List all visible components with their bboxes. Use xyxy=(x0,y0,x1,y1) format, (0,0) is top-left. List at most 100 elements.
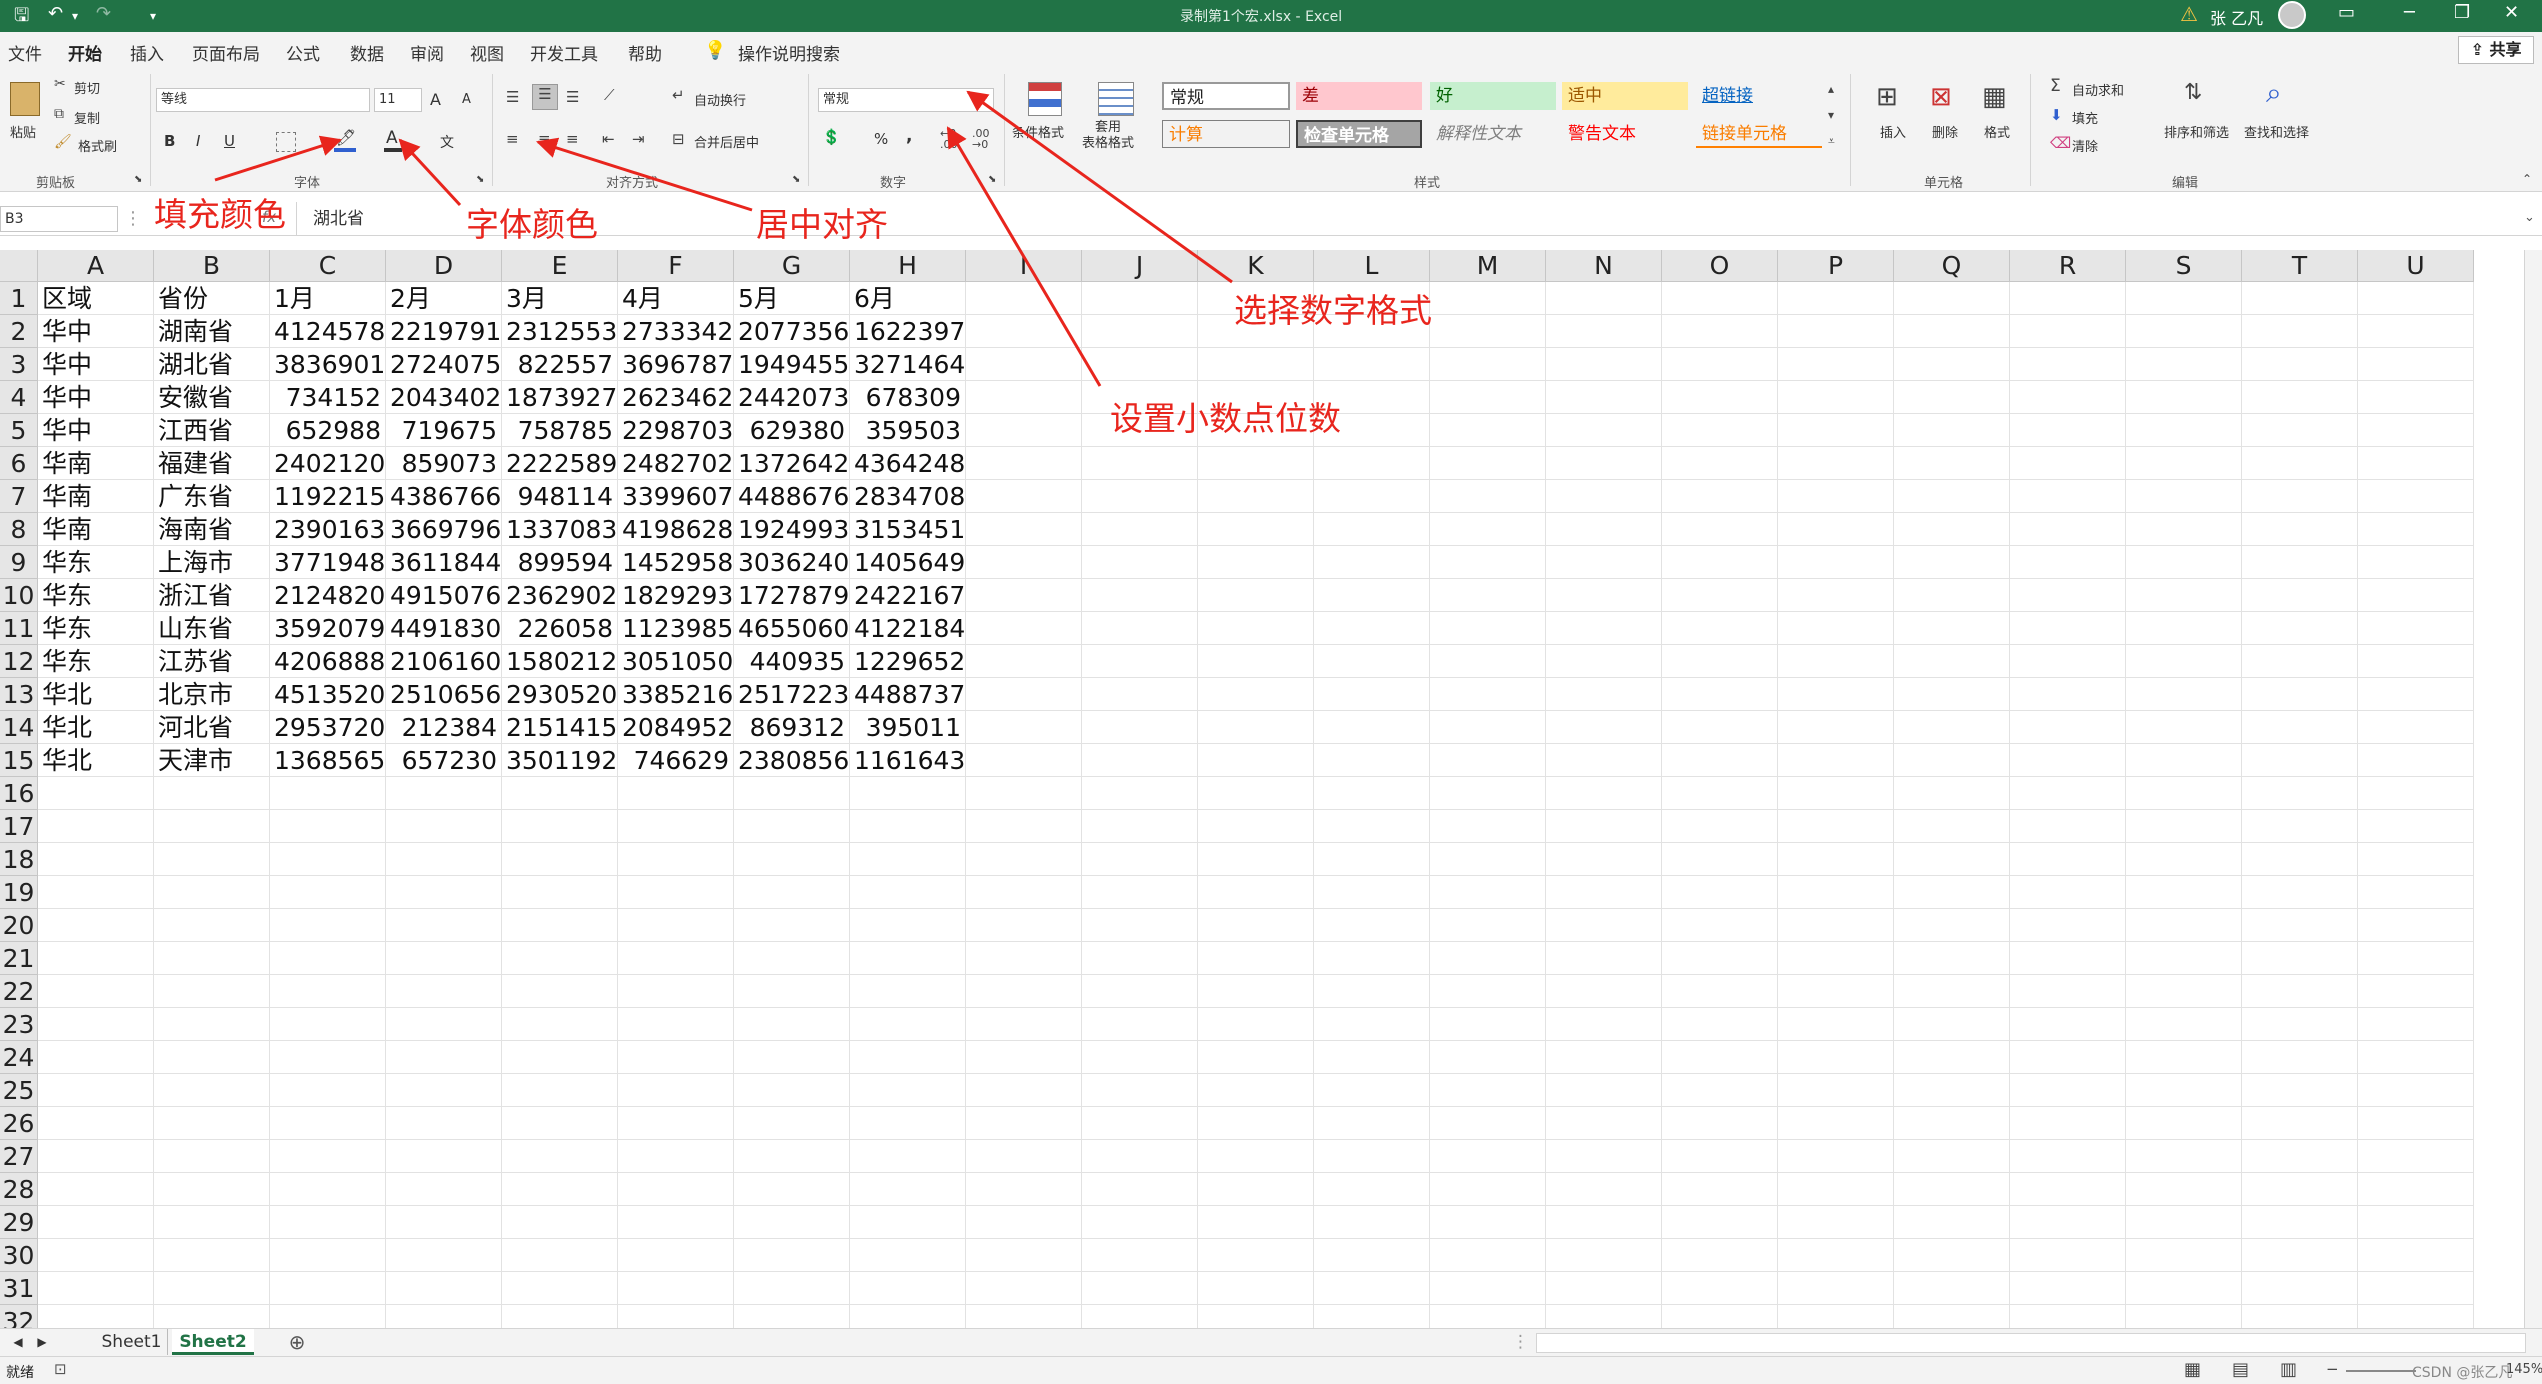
cell[interactable]: 869312 xyxy=(734,711,850,744)
cell[interactable] xyxy=(1082,678,1198,711)
cell[interactable]: 4124578 xyxy=(270,315,386,348)
cell[interactable] xyxy=(154,1239,270,1272)
cell[interactable] xyxy=(2242,1008,2358,1041)
cell[interactable] xyxy=(1082,447,1198,480)
cell[interactable] xyxy=(734,975,850,1008)
cell[interactable]: 359503 xyxy=(850,414,966,447)
cell[interactable]: 746629 xyxy=(618,744,734,777)
cell[interactable] xyxy=(1662,1305,1778,1328)
cell[interactable] xyxy=(1894,546,2010,579)
sort-filter-button[interactable]: 排序和筛选 xyxy=(2164,122,2229,141)
row-header[interactable]: 6 xyxy=(0,447,38,480)
cell[interactable] xyxy=(850,975,966,1008)
cell[interactable] xyxy=(1894,909,2010,942)
cell[interactable] xyxy=(1430,744,1546,777)
cell[interactable]: 3月 xyxy=(502,282,618,315)
cell[interactable] xyxy=(1198,480,1314,513)
autosum-button[interactable]: 自动求和 xyxy=(2072,80,2124,99)
cell[interactable] xyxy=(154,975,270,1008)
cell[interactable] xyxy=(154,1173,270,1206)
cell[interactable] xyxy=(270,1074,386,1107)
zoom-slider[interactable] xyxy=(2346,1370,2416,1372)
cell[interactable] xyxy=(270,1272,386,1305)
align-center-icon[interactable]: ≡ xyxy=(538,130,551,148)
column-header[interactable]: A xyxy=(38,250,154,282)
cell[interactable] xyxy=(1662,1140,1778,1173)
row-header[interactable]: 14 xyxy=(0,711,38,744)
cell[interactable] xyxy=(1662,1074,1778,1107)
cell[interactable] xyxy=(1778,1272,1894,1305)
cell[interactable]: 华东 xyxy=(38,612,154,645)
cell[interactable] xyxy=(1894,645,2010,678)
cell[interactable] xyxy=(2010,414,2126,447)
cell[interactable] xyxy=(1314,645,1430,678)
column-header[interactable]: M xyxy=(1430,250,1546,282)
cell[interactable]: 华北 xyxy=(38,744,154,777)
cell[interactable] xyxy=(2242,843,2358,876)
cell[interactable]: 上海市 xyxy=(154,546,270,579)
cell[interactable] xyxy=(502,1041,618,1074)
cell[interactable] xyxy=(1198,876,1314,909)
cell[interactable] xyxy=(850,1305,966,1328)
cell[interactable] xyxy=(966,1206,1082,1239)
cell[interactable] xyxy=(1546,546,1662,579)
cell[interactable] xyxy=(734,942,850,975)
row-header[interactable]: 4 xyxy=(0,381,38,414)
cell[interactable] xyxy=(2358,348,2474,381)
cell[interactable] xyxy=(1778,447,1894,480)
cell[interactable] xyxy=(2126,1107,2242,1140)
cell[interactable]: 1229652 xyxy=(850,645,966,678)
cell[interactable] xyxy=(2010,381,2126,414)
cell[interactable] xyxy=(1430,777,1546,810)
tab-home[interactable]: 开始 xyxy=(68,40,102,71)
cell[interactable] xyxy=(38,1272,154,1305)
middle-align-icon[interactable]: ☰ xyxy=(532,84,558,110)
cell[interactable] xyxy=(2242,678,2358,711)
cell[interactable] xyxy=(1430,1107,1546,1140)
cell[interactable] xyxy=(1314,810,1430,843)
cell[interactable]: 华北 xyxy=(38,711,154,744)
cell[interactable] xyxy=(154,942,270,975)
insert-cells-button[interactable]: 插入 xyxy=(1880,122,1906,141)
cell[interactable] xyxy=(2010,1008,2126,1041)
cell[interactable] xyxy=(1778,909,1894,942)
cell[interactable]: 440935 xyxy=(734,645,850,678)
cell[interactable] xyxy=(1778,711,1894,744)
orientation-icon[interactable]: ⟋ xyxy=(604,86,615,104)
cell[interactable]: 3696787 xyxy=(618,348,734,381)
cell[interactable] xyxy=(1198,612,1314,645)
cell[interactable] xyxy=(1662,1008,1778,1041)
cell[interactable] xyxy=(966,678,1082,711)
cell[interactable] xyxy=(2358,942,2474,975)
decrease-indent-icon[interactable]: ⇤ xyxy=(602,130,615,148)
cell[interactable] xyxy=(1430,1074,1546,1107)
cell[interactable] xyxy=(386,876,502,909)
cell[interactable] xyxy=(386,1206,502,1239)
cell[interactable] xyxy=(2358,810,2474,843)
cell[interactable] xyxy=(2126,414,2242,447)
cell[interactable] xyxy=(1198,744,1314,777)
cell[interactable] xyxy=(1894,678,2010,711)
cell[interactable] xyxy=(1198,711,1314,744)
cell[interactable] xyxy=(2010,645,2126,678)
cell[interactable] xyxy=(2126,480,2242,513)
cell[interactable]: 2930520 xyxy=(502,678,618,711)
cell[interactable] xyxy=(1430,1272,1546,1305)
cell[interactable] xyxy=(1430,645,1546,678)
cell[interactable] xyxy=(1430,282,1546,315)
cell[interactable] xyxy=(38,777,154,810)
cell[interactable] xyxy=(1894,777,2010,810)
cell[interactable]: 2月 xyxy=(386,282,502,315)
cell[interactable] xyxy=(1082,579,1198,612)
cell[interactable] xyxy=(1778,975,1894,1008)
macro-record-icon[interactable]: ⊡ xyxy=(54,1360,67,1378)
cell[interactable] xyxy=(270,1239,386,1272)
cell[interactable] xyxy=(2126,909,2242,942)
cell[interactable] xyxy=(270,975,386,1008)
column-header[interactable]: R xyxy=(2010,250,2126,282)
cell[interactable] xyxy=(1894,480,2010,513)
cell[interactable] xyxy=(1430,876,1546,909)
cell[interactable] xyxy=(966,1041,1082,1074)
cell[interactable] xyxy=(386,909,502,942)
cell[interactable] xyxy=(1546,1107,1662,1140)
